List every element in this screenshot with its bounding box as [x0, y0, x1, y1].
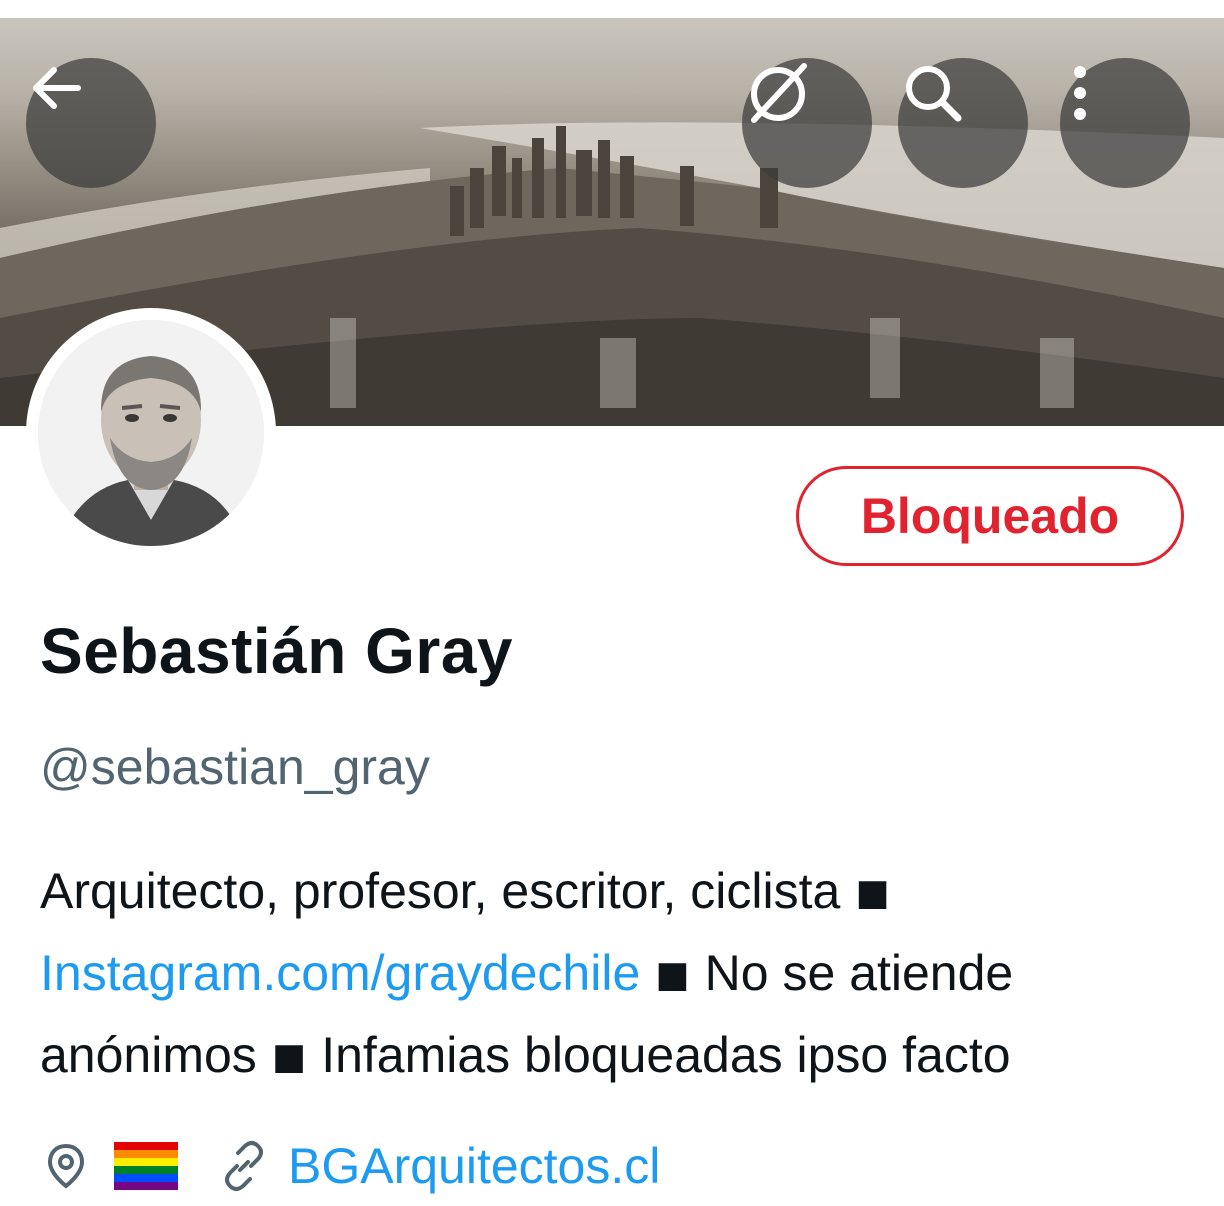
profile-bio: Arquitecto, profesor, escritor, ciclista… [40, 850, 1190, 1096]
bio-line-3: anónimos ◾ Infamias bloqueadas ipso fact… [40, 1027, 1011, 1083]
blocked-button[interactable]: Bloqueado [796, 466, 1184, 566]
back-button[interactable] [26, 58, 156, 188]
back-arrow-icon [33, 67, 81, 109]
website-link[interactable]: BGArquitectos.cl [288, 1137, 660, 1195]
slash-circle-icon [751, 63, 807, 123]
search-icon [906, 66, 962, 122]
grok-button[interactable] [742, 58, 872, 188]
more-vertical-icon [1074, 66, 1086, 120]
more-options-button[interactable] [1060, 58, 1190, 188]
search-button[interactable] [898, 58, 1028, 188]
location-pin-icon [47, 1143, 85, 1189]
bio-line-1: Arquitecto, profesor, escritor, ciclista… [40, 863, 891, 919]
bio-line-2: Instagram.com/graydechile ◾ No se atiend… [40, 932, 1190, 1014]
profile-name: Sebastián Gray [40, 615, 513, 687]
bio-line-2-text: ◾ No se atiende [640, 945, 1014, 1001]
avatar-photo [38, 320, 264, 546]
bio-instagram-link[interactable]: Instagram.com/graydechile [40, 945, 640, 1001]
profile-meta-row: BGArquitectos.cl [40, 1128, 660, 1204]
avatar[interactable] [26, 308, 276, 558]
link-icon [225, 1141, 263, 1191]
rainbow-flag-icon [114, 1142, 178, 1190]
profile-handle: @sebastian_gray [40, 739, 430, 795]
